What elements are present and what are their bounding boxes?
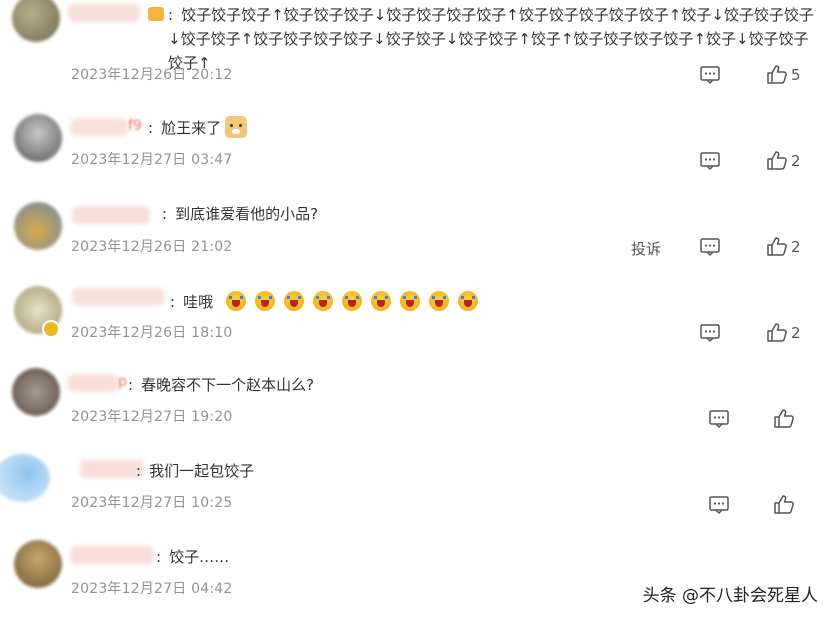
comment-body: 到底谁爱看他的小品?	[175, 205, 319, 223]
comment-icon[interactable]	[699, 237, 721, 257]
avatar[interactable]	[12, 368, 60, 416]
crying-emoji-icon	[225, 291, 246, 311]
like-count: 2	[791, 324, 801, 342]
comment-time: 2023年12月27日 10:25	[71, 495, 233, 511]
comment-item: : 饺子饺子饺子↑饺子饺子饺子↓饺子饺子饺子饺子↑饺子饺子饺子饺子饺子↑饺子↓饺子…	[0, 0, 836, 96]
username[interactable]	[68, 374, 118, 392]
username[interactable]	[68, 4, 140, 22]
username-tail: f9	[128, 118, 142, 134]
comment-text: : 饺子……	[156, 548, 230, 566]
comment-item: : 饺子…… 2023年12月27日 04:42	[0, 526, 836, 624]
username-tail: p	[118, 374, 127, 390]
crying-emoji-icon	[283, 291, 304, 311]
crying-emoji-icon	[370, 291, 391, 311]
comment-body: 春晚容不下一个赵本山么?	[141, 376, 315, 394]
doge-emoji-icon	[225, 116, 248, 138]
crying-emoji-icon	[312, 291, 333, 311]
thumbs-up-icon[interactable]	[766, 64, 788, 84]
comment-time: 2023年12月27日 04:42	[71, 581, 233, 597]
comment-icon[interactable]	[699, 151, 721, 171]
thumbs-up-icon[interactable]	[766, 236, 788, 256]
thumbs-up-icon[interactable]	[773, 408, 795, 428]
comment-body: 我们一起包饺子	[149, 462, 255, 480]
username[interactable]	[72, 288, 164, 306]
comment-text: : 哇哦	[170, 290, 487, 314]
comment-body: 哇哦	[183, 293, 214, 311]
verified-badge-icon	[42, 320, 60, 338]
comment-body: 饺子……	[169, 548, 230, 566]
like-count: 5	[791, 66, 801, 84]
emoji-row	[225, 291, 487, 311]
comment-text: : 到底谁爱看他的小品?	[162, 205, 319, 223]
avatar[interactable]	[14, 202, 62, 250]
crown-icon	[148, 2, 164, 26]
comment-item: f9 : 尬王来了 2023年12月27日 03:47 2	[0, 96, 836, 182]
crying-emoji-icon	[341, 291, 362, 311]
username[interactable]	[70, 118, 128, 136]
username[interactable]	[70, 546, 154, 564]
thumbs-up-icon[interactable]	[766, 150, 788, 170]
comment-item: p : 春晚容不下一个赵本山么? 2023年12月27日 19:20	[0, 354, 836, 440]
comment-icon[interactable]	[699, 323, 721, 343]
avatar[interactable]	[14, 540, 62, 588]
comment-item: : 到底谁爱看他的小品? 2023年12月26日 21:02 投诉 2	[0, 182, 836, 268]
avatar[interactable]	[14, 114, 62, 162]
comment-icon[interactable]	[708, 409, 730, 429]
thumbs-up-icon[interactable]	[766, 322, 788, 342]
thumbs-up-icon[interactable]	[773, 494, 795, 514]
comment-icon[interactable]	[708, 495, 730, 515]
comment-text: : 春晚容不下一个赵本山么?	[128, 376, 315, 394]
comment-time: 2023年12月26日 20:12	[71, 67, 233, 83]
crying-emoji-icon	[428, 291, 449, 311]
comment-body: 尬王来了	[161, 119, 222, 137]
like-count: 2	[791, 152, 801, 170]
comment-time: 2023年12月26日 18:10	[71, 325, 233, 341]
comment-time: 2023年12月26日 21:02	[71, 239, 233, 255]
like-count: 2	[791, 238, 801, 256]
comment-text: : 尬王来了	[148, 116, 248, 140]
crying-emoji-icon	[254, 291, 275, 311]
comment-text: : 我们一起包饺子	[136, 462, 255, 480]
watermark: 头条 @不八卦会死星人	[642, 586, 818, 606]
comment-item: : 我们一起包饺子 2023年12月27日 10:25	[0, 440, 836, 526]
comment-item: : 哇哦 2023年12月26日 18:10 2	[0, 268, 836, 354]
crying-emoji-icon	[457, 291, 478, 311]
comment-body: 饺子饺子饺子↑饺子饺子饺子↓饺子饺子饺子饺子↑饺子饺子饺子饺子饺子↑饺子↓饺子饺…	[168, 6, 814, 72]
username[interactable]	[72, 206, 150, 224]
comment-icon[interactable]	[699, 65, 721, 85]
comment-time: 2023年12月27日 03:47	[71, 152, 233, 168]
avatar[interactable]	[0, 454, 50, 502]
comment-time: 2023年12月27日 19:20	[71, 409, 233, 425]
report-link[interactable]: 投诉	[631, 238, 661, 259]
crying-emoji-icon	[399, 291, 420, 311]
avatar[interactable]	[12, 0, 60, 42]
username[interactable]	[80, 460, 144, 478]
